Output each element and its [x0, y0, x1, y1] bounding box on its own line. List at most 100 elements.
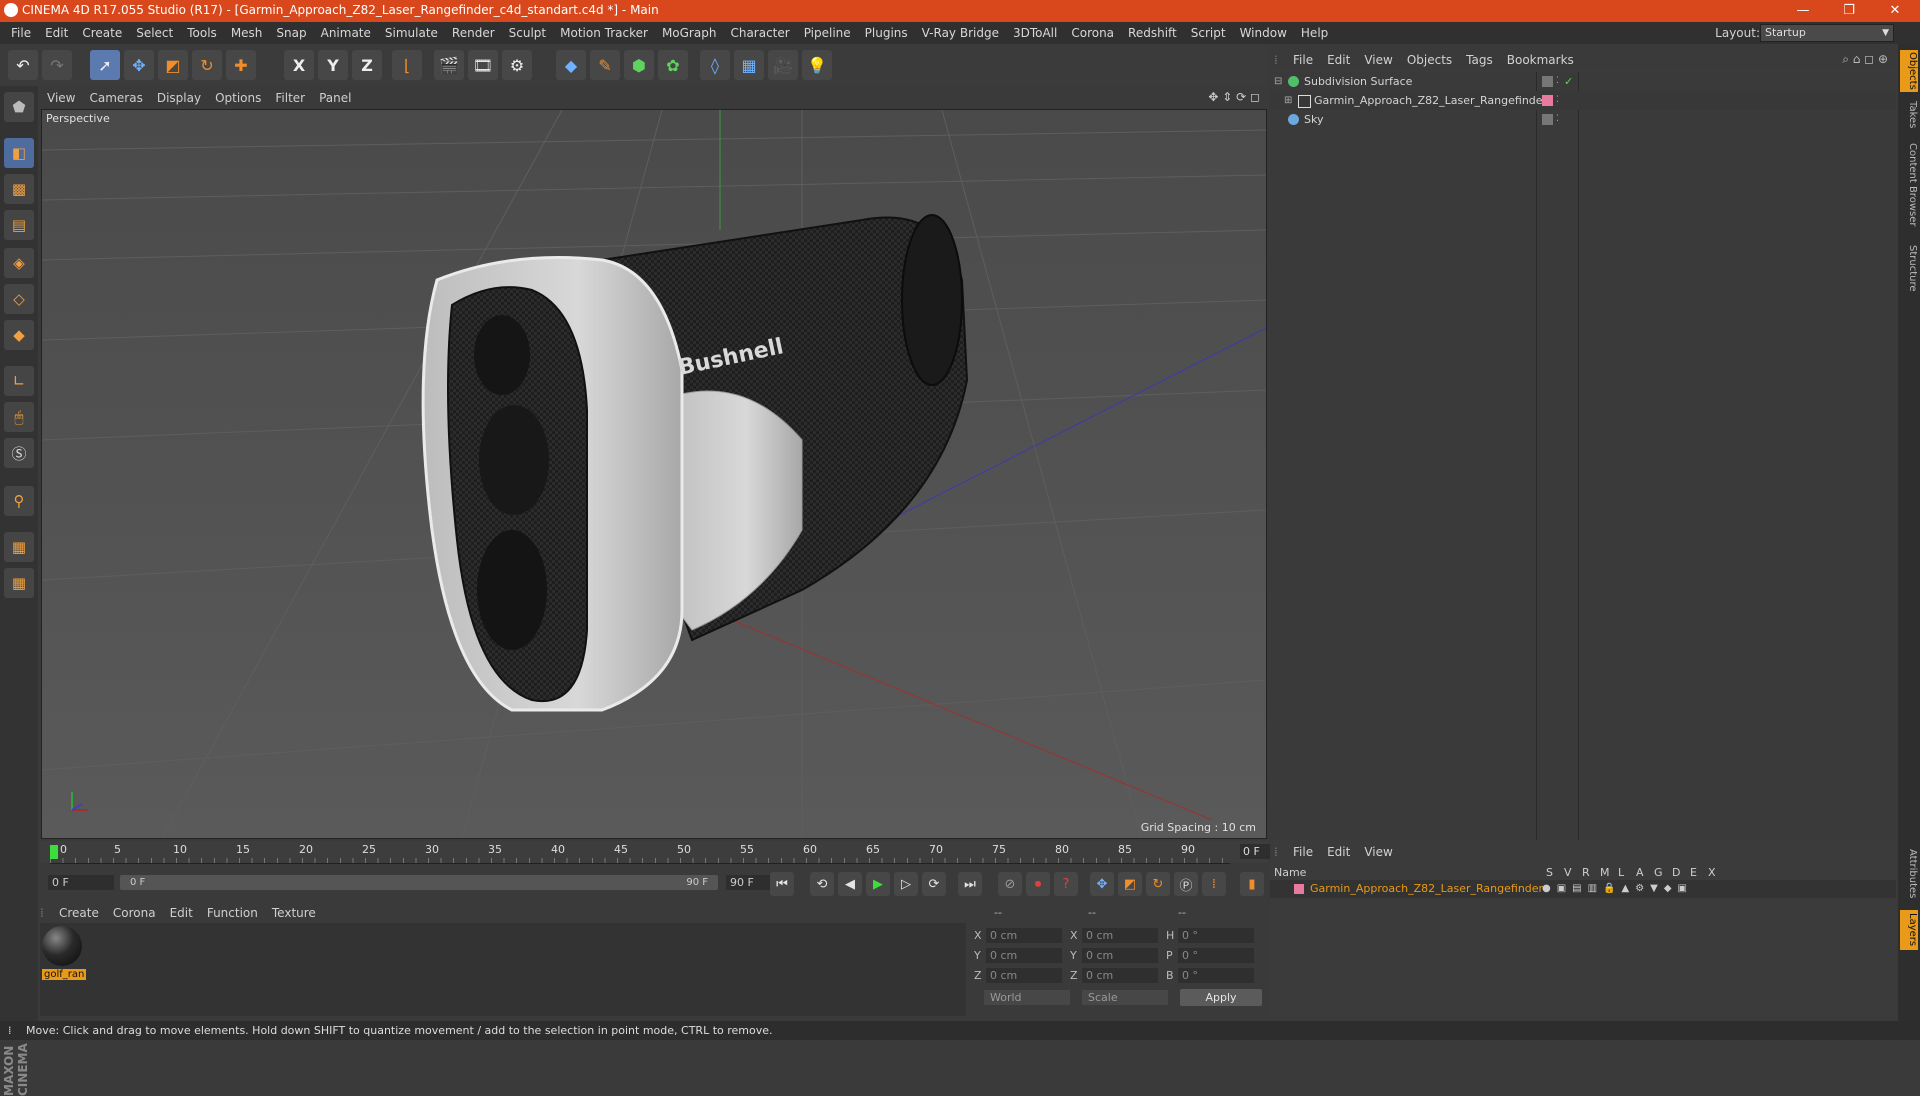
material-menu-function[interactable]: Function	[200, 903, 265, 923]
size-mode-select[interactable]: Scale	[1082, 990, 1168, 1005]
visibility-dots-icon[interactable]: ⁚	[1556, 72, 1559, 91]
menu-window[interactable]: Window	[1233, 22, 1294, 44]
make-editable-button[interactable]: ⬟	[4, 92, 34, 122]
cloner-button[interactable]: ✿	[658, 50, 688, 80]
position-y-field[interactable]: 0 cm	[986, 948, 1062, 963]
om-menu-edit[interactable]: Edit	[1320, 50, 1357, 70]
material-item[interactable]: golf_ran	[40, 923, 87, 985]
layer-tag-icon[interactable]	[1542, 76, 1553, 87]
next-frame-button[interactable]: ▷	[894, 872, 918, 896]
rotation-p-field[interactable]: 0 °	[1178, 948, 1254, 963]
cube-object-button[interactable]: ◆	[556, 50, 586, 80]
material-menu-create[interactable]: Create	[52, 903, 106, 923]
menu-file[interactable]: File	[4, 22, 38, 44]
size-y-field[interactable]: 0 cm	[1082, 948, 1158, 963]
object-row-subdivision-surface[interactable]: ⊟ Subdivision Surface ⁚ ✓	[1270, 72, 1896, 91]
go-to-start-button[interactable]: ⏮	[770, 872, 794, 896]
expand-toggle-icon[interactable]: ⊞	[1284, 91, 1292, 110]
key-rotation-button[interactable]: ↻	[1146, 872, 1170, 896]
menu-mesh[interactable]: Mesh	[224, 22, 270, 44]
menu-mograph[interactable]: MoGraph	[655, 22, 724, 44]
panel-grip-icon[interactable]: ⁞	[1270, 845, 1286, 859]
viewport-menu-display[interactable]: Display	[150, 88, 208, 108]
camera-button[interactable]: 🎥	[768, 50, 798, 80]
om-menu-bookmarks[interactable]: Bookmarks	[1500, 50, 1581, 70]
x-axis-lock-button[interactable]: X	[284, 50, 314, 80]
play-button[interactable]: ▶	[866, 872, 890, 896]
pen-spline-button[interactable]: ✎	[590, 50, 620, 80]
layer-color-swatch[interactable]	[1294, 884, 1304, 894]
tab-layers[interactable]: Layers	[1900, 910, 1918, 950]
timeline-window-button[interactable]: ▮	[1240, 872, 1264, 896]
menu-3dtoall[interactable]: 3DToAll	[1006, 22, 1064, 44]
menu-create[interactable]: Create	[75, 22, 129, 44]
layer-tag-icon[interactable]	[1542, 114, 1553, 125]
om-menu-file[interactable]: File	[1286, 50, 1320, 70]
panel-grip-icon[interactable]: ⁞	[40, 906, 52, 920]
undo-button[interactable]: ↶	[8, 50, 38, 80]
key-position-button[interactable]: ✥	[1090, 872, 1114, 896]
key-pla-button[interactable]: ⁞	[1202, 872, 1226, 896]
tab-takes[interactable]: Takes	[1900, 100, 1918, 130]
lm-menu-edit[interactable]: Edit	[1320, 842, 1357, 862]
z-axis-lock-button[interactable]: Z	[352, 50, 382, 80]
layout-select[interactable]: Startup ▼	[1760, 24, 1894, 42]
tweak-mode-button[interactable]: 🖱	[4, 402, 34, 432]
tab-attributes[interactable]: Attributes	[1900, 844, 1918, 904]
menu-vray-bridge[interactable]: V-Ray Bridge	[915, 22, 1006, 44]
menu-simulate[interactable]: Simulate	[378, 22, 445, 44]
viewport-nav-icons[interactable]: ✥ ⇕ ⟳ ◻	[1208, 90, 1260, 104]
model-mode-button[interactable]: ◧	[4, 138, 34, 168]
render-settings-button[interactable]: ⚙	[502, 50, 532, 80]
menu-corona[interactable]: Corona	[1064, 22, 1121, 44]
rotate-tool-button[interactable]: ↻	[192, 50, 222, 80]
tab-structure[interactable]: Structure	[1900, 240, 1918, 296]
keyframe-selection-button[interactable]: ?	[1054, 872, 1078, 896]
om-menu-objects[interactable]: Objects	[1400, 50, 1459, 70]
menu-script[interactable]: Script	[1184, 22, 1233, 44]
solo-button[interactable]: Ⓢ	[4, 438, 34, 468]
material-menu-texture[interactable]: Texture	[265, 903, 323, 923]
previous-key-button[interactable]: ⟲	[810, 872, 834, 896]
menu-help[interactable]: Help	[1294, 22, 1335, 44]
layer-toggle-icons[interactable]: ●▣▤▥🔒▲⚙▼◆▣	[1542, 880, 1693, 898]
record-active-objects-button[interactable]: ⊘	[998, 872, 1022, 896]
visibility-dots-icon[interactable]: ⁚	[1556, 91, 1559, 110]
timeline-ruler[interactable]: 0 5 10 15 20 25 30 35 40 45 50 55 60 65 …	[40, 841, 1305, 864]
minimize-button[interactable]: —	[1780, 0, 1826, 22]
floor-button[interactable]: ▦	[734, 50, 764, 80]
om-search-home-icons[interactable]: ⌕ ⌂ ◻ ⊕	[1842, 52, 1888, 67]
menu-select[interactable]: Select	[129, 22, 180, 44]
range-slider[interactable]: 0 F 90 F	[120, 875, 718, 890]
restore-button[interactable]: ❐	[1826, 0, 1872, 22]
menu-edit[interactable]: Edit	[38, 22, 75, 44]
redo-button[interactable]: ↷	[42, 50, 72, 80]
deformer-button[interactable]: ◊	[700, 50, 730, 80]
recent-tool-button[interactable]: ✚	[226, 50, 256, 80]
snap-button[interactable]: ⚲	[4, 486, 34, 516]
lm-menu-view[interactable]: View	[1357, 842, 1399, 862]
go-to-end-button[interactable]: ⏭	[958, 872, 982, 896]
playhead-marker[interactable]	[50, 845, 58, 859]
viewport-menu-view[interactable]: View	[40, 88, 82, 108]
position-z-field[interactable]: 0 cm	[986, 968, 1062, 983]
y-axis-lock-button[interactable]: Y	[318, 50, 348, 80]
tab-content-browser[interactable]: Content Browser	[1900, 140, 1918, 230]
position-x-field[interactable]: 0 cm	[986, 928, 1062, 943]
om-menu-view[interactable]: View	[1357, 50, 1399, 70]
coordinate-space-select[interactable]: World	[984, 990, 1070, 1005]
axis-mode-button[interactable]: ∟	[4, 366, 34, 396]
layer-color-tag-icon[interactable]	[1542, 95, 1553, 106]
rotation-h-field[interactable]: 0 °	[1178, 928, 1254, 943]
render-view-button[interactable]: 🎬	[434, 50, 464, 80]
apply-button[interactable]: Apply	[1180, 989, 1262, 1006]
key-parameter-button[interactable]: Ⓟ	[1174, 872, 1198, 896]
edges-mode-button[interactable]: ◇	[4, 284, 34, 314]
live-selection-button[interactable]: ➚	[90, 50, 120, 80]
material-menu-edit[interactable]: Edit	[163, 903, 200, 923]
menu-plugins[interactable]: Plugins	[858, 22, 915, 44]
menu-motion-tracker[interactable]: Motion Tracker	[553, 22, 655, 44]
rangefinder-model[interactable]	[421, 214, 969, 712]
next-key-button[interactable]: ⟳	[922, 872, 946, 896]
size-x-field[interactable]: 0 cm	[1082, 928, 1158, 943]
